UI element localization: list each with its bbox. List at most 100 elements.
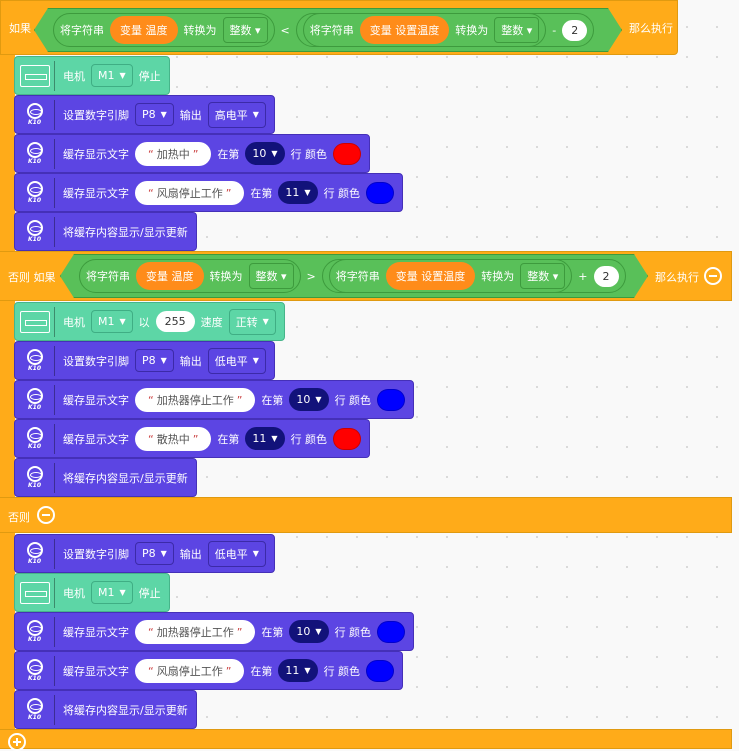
motor-run-block[interactable]: 电机 M1 ▼ 以 255 速度 正转 ▼	[14, 302, 285, 341]
string-label: 将字符串	[309, 24, 354, 37]
remove-else-icon[interactable]	[37, 506, 55, 524]
type-dropdown[interactable]: 整数 ▾	[223, 17, 268, 43]
string-to-number2[interactable]: 将字符串 变量 设置温度 转换为 整数 ▾	[329, 259, 573, 293]
caret-down-icon: ▼	[304, 188, 311, 197]
caret-down-icon: ▼	[119, 588, 126, 597]
refresh-block[interactable]: K10 将缓存内容显示/显示更新	[14, 212, 197, 251]
motor-dropdown[interactable]: M1 ▼	[91, 64, 133, 87]
level-dropdown[interactable]: 高电平 ▼	[207, 101, 266, 128]
text-value: 风扇停止工作	[156, 186, 223, 200]
if-block-bottom	[0, 729, 732, 751]
set-pin-block[interactable]: K10 设置数字引脚 P8 ▼ 输出 高电平 ▼	[14, 95, 275, 134]
block-label: 缓存显示文字	[63, 147, 129, 161]
k10-logo-text: K10	[28, 636, 41, 643]
cache-block[interactable]: K10 缓存显示文字 “散热中” 在第 11 ▼ 行 颜色	[14, 419, 371, 458]
motor-dropdown-value: M1	[98, 315, 115, 328]
quote-icon: ”	[192, 147, 199, 161]
variable-reporter[interactable]: 变量 设置温度	[386, 262, 476, 290]
color-picker[interactable]	[366, 659, 395, 682]
k10-icon: K10	[21, 462, 55, 493]
type-dropdown[interactable]: 整数 ▾	[494, 17, 539, 43]
arithmetic-block[interactable]: 将字符串 变量 设置温度 转换为 整数 ▾ +2	[322, 259, 626, 293]
line-dropdown[interactable]: 11 ▼	[245, 427, 285, 450]
with-label: 以	[138, 315, 150, 329]
caret-down-icon: ▼	[315, 627, 322, 636]
text-input[interactable]: “风扇停止工作”	[135, 658, 245, 683]
line-dropdown[interactable]: 11 ▼	[278, 659, 318, 682]
caret-down-icon: ▼	[271, 434, 278, 443]
row-color-label: 行 颜色	[290, 147, 328, 161]
arithmetic-block[interactable]: 将字符串 变量 设置温度 转换为 整数 ▾ -2	[296, 13, 595, 47]
pin-dropdown[interactable]: P8 ▼	[135, 103, 174, 126]
type-dropdown[interactable]: 整数 ▾	[249, 263, 294, 289]
pin-dropdown[interactable]: P8 ▼	[135, 349, 174, 372]
pin-dropdown[interactable]: P8 ▼	[135, 542, 174, 565]
else-row[interactable]: 否则	[0, 497, 732, 533]
k10-logo-text: K10	[28, 404, 41, 411]
block-label: 设置数字引脚	[63, 108, 129, 122]
color-picker[interactable]	[377, 388, 406, 411]
block-label: 缓存显示文字	[63, 625, 129, 639]
number-input[interactable]: 2	[594, 266, 619, 287]
row-color-label: 行 颜色	[323, 186, 361, 200]
cache-block[interactable]: K10 缓存显示文字 “加热器停止工作” 在第 10 ▼ 行 颜色	[14, 380, 415, 419]
variable-reporter[interactable]: 变量 设置温度	[360, 16, 450, 44]
motor-stop-block[interactable]: 电机 M1 ▼ 停止	[14, 56, 170, 95]
color-picker[interactable]	[377, 620, 406, 643]
add-branch-icon[interactable]	[8, 733, 26, 751]
quote-icon: “	[148, 664, 154, 678]
motor-dropdown[interactable]: M1 ▼	[91, 310, 133, 333]
pin-dropdown-value: P8	[142, 354, 156, 367]
direction-dropdown[interactable]: 正转 ▼	[228, 308, 276, 335]
string-to-number[interactable]: 将字符串 变量 温度 转换为 整数 ▾	[53, 13, 275, 47]
type-dropdown[interactable]: 整数 ▾	[520, 263, 565, 289]
color-picker[interactable]	[366, 181, 395, 204]
string-to-number2[interactable]: 将字符串 变量 设置温度 转换为 整数 ▾	[303, 13, 547, 47]
text-value: 加热中	[156, 147, 190, 161]
refresh-block[interactable]: K10 将缓存内容显示/显示更新	[14, 458, 197, 497]
row-color-label: 行 颜色	[334, 625, 372, 639]
color-picker[interactable]	[333, 427, 362, 450]
set-pin-block[interactable]: K10 设置数字引脚 P8 ▼ 输出 低电平 ▼	[14, 341, 275, 380]
refresh-block[interactable]: K10 将缓存内容显示/显示更新	[14, 690, 197, 729]
condition-greater-than[interactable]: 将字符串 变量 温度 转换为 整数 ▾ > 将字符串 变量 设置温度 转换为 整数 ▾ +2	[60, 254, 648, 298]
number-input[interactable]: 2	[562, 20, 587, 41]
cache-block[interactable]: K10 缓存显示文字 “加热器停止工作” 在第 10 ▼ 行 颜色	[14, 612, 415, 651]
speed-input[interactable]: 255	[155, 311, 195, 332]
string-label: 将字符串	[60, 24, 104, 37]
cache-block[interactable]: K10 缓存显示文字 “风扇停止工作” 在第 11 ▼ 行 颜色	[14, 651, 404, 690]
line-dropdown[interactable]: 10 ▼	[289, 388, 329, 411]
quote-icon: “	[148, 625, 154, 639]
caret-down-icon: ▼	[119, 71, 126, 80]
text-input[interactable]: “加热中”	[135, 141, 212, 166]
motor-dropdown-value: M1	[98, 586, 115, 599]
k10-icon: K10	[21, 616, 55, 647]
level-dropdown[interactable]: 低电平 ▼	[207, 347, 266, 374]
motor-stop-block[interactable]: 电机 M1 ▼ 停止	[14, 573, 170, 612]
text-input[interactable]: “风扇停止工作”	[135, 180, 245, 205]
level-dropdown[interactable]: 低电平 ▼	[207, 540, 266, 567]
variable-reporter[interactable]: 变量 温度	[136, 262, 204, 290]
cache-block[interactable]: K10 缓存显示文字 “风扇停止工作” 在第 11 ▼ 行 颜色	[14, 173, 404, 212]
cache-block[interactable]: K10 缓存显示文字 “加热中” 在第 10 ▼ 行 颜色	[14, 134, 371, 173]
k10-circle-icon	[26, 698, 43, 714]
line-dropdown[interactable]: 10 ▼	[289, 620, 329, 643]
line-dropdown[interactable]: 10 ▼	[245, 142, 285, 165]
text-input[interactable]: “加热器停止工作”	[135, 619, 256, 644]
condition-less-than[interactable]: 将字符串 变量 温度 转换为 整数 ▾ < 将字符串 变量 设置温度 转换为 整数 ▾ -2	[34, 8, 622, 52]
remove-branch-icon[interactable]	[704, 267, 722, 285]
block-label: 电机	[63, 69, 85, 83]
variable-reporter[interactable]: 变量 温度	[110, 16, 178, 44]
string-to-number[interactable]: 将字符串 变量 温度 转换为 整数 ▾	[79, 259, 301, 293]
at-label: 在第	[250, 664, 273, 678]
motor-dropdown[interactable]: M1 ▼	[91, 581, 133, 604]
set-pin-block[interactable]: K10 设置数字引脚 P8 ▼ 输出 低电平 ▼	[14, 534, 275, 573]
k10-circle-icon	[26, 103, 43, 119]
color-picker[interactable]	[333, 142, 362, 165]
quote-icon: ”	[236, 393, 243, 407]
text-input[interactable]: “加热器停止工作”	[135, 387, 256, 412]
line-dropdown[interactable]: 11 ▼	[278, 181, 318, 204]
line-dropdown-value: 10	[252, 147, 267, 160]
line-dropdown-value: 11	[285, 664, 300, 677]
text-input[interactable]: “散热中”	[135, 426, 212, 451]
